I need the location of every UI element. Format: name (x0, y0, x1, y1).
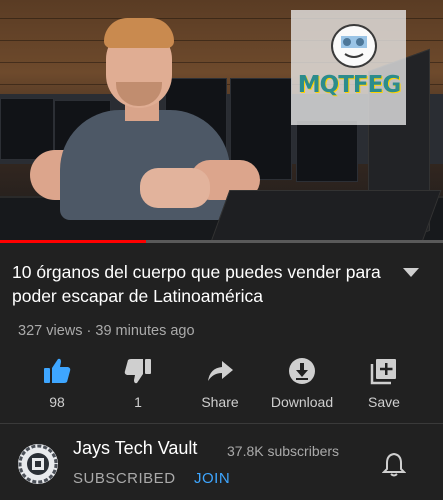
video-title[interactable]: 10 órganos del cuerpo que puedes vender … (12, 260, 392, 308)
action-bar: 98 1 Share Download Save (0, 352, 443, 412)
chevron-down-icon[interactable] (402, 266, 420, 278)
share-icon (205, 356, 235, 386)
person-hair (104, 18, 174, 48)
watermark-overlay: MQTFEG (291, 10, 406, 125)
share-button[interactable]: Share (178, 352, 262, 412)
progress-fill (0, 240, 147, 243)
save-button[interactable]: Save (342, 352, 426, 412)
like-button[interactable]: 98 (15, 352, 99, 412)
video-player[interactable]: MQTFEG (0, 0, 443, 243)
join-button[interactable]: JOIN (194, 470, 230, 487)
video-meta: 327 views · 39 minutes ago (18, 323, 195, 339)
dislike-button[interactable]: 1 (96, 352, 180, 412)
subscribed-button[interactable]: SUBSCRIBED (73, 470, 176, 487)
pc-case (296, 120, 358, 182)
watermark-logo-text: MQTFEG (297, 72, 401, 98)
progress-bar[interactable] (0, 240, 443, 243)
subscriber-count: 37.8K subscribers (227, 443, 340, 459)
thumbs-up-icon (42, 356, 72, 386)
channel-name[interactable]: Jays Tech Vault (73, 438, 197, 459)
share-label: Share (201, 394, 239, 410)
download-label: Download (270, 394, 334, 410)
bell-icon[interactable] (381, 451, 407, 477)
divider (0, 423, 443, 424)
laptop (210, 190, 442, 242)
add-to-playlist-icon (369, 356, 399, 386)
like-count: 98 (49, 394, 65, 410)
thumbs-down-icon (123, 356, 153, 386)
person-hands (140, 168, 210, 208)
cartoon-face-icon (331, 24, 377, 68)
avatar[interactable] (18, 444, 58, 484)
meta-separator: · (86, 323, 92, 339)
download-button[interactable]: Download (260, 352, 344, 412)
dislike-count: 1 (134, 394, 142, 410)
download-icon (287, 356, 317, 386)
view-count: 327 views (18, 323, 83, 339)
posted-time: 39 minutes ago (95, 323, 195, 339)
save-label: Save (368, 394, 400, 410)
